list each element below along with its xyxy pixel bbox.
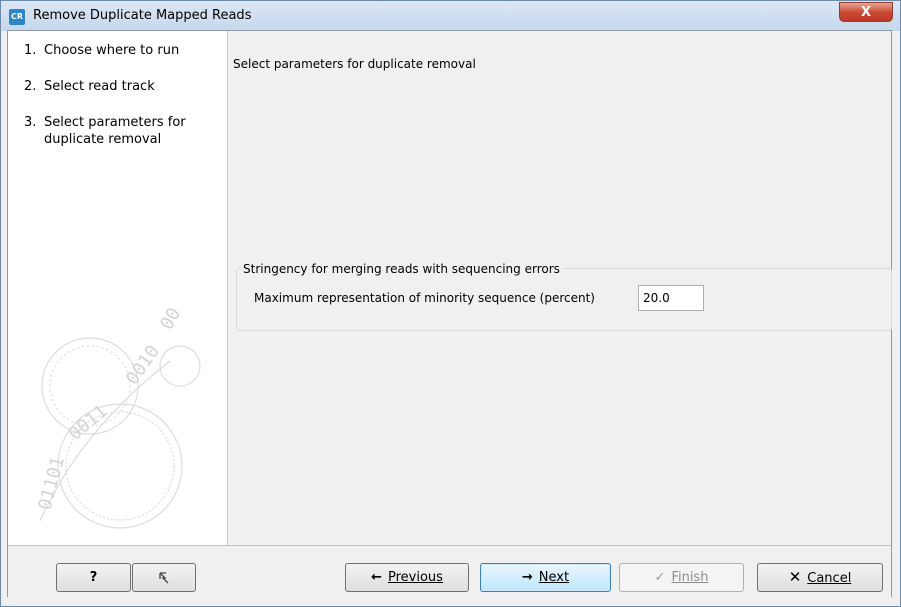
minority-representation-label: Maximum representation of minority seque…	[254, 291, 595, 305]
cancel-label: Cancel	[807, 571, 852, 586]
next-button[interactable]: → Next	[480, 563, 611, 592]
title-bar: CR Remove Duplicate Mapped Reads X	[1, 1, 900, 31]
previous-button[interactable]: ← Previous	[345, 563, 469, 592]
checkmark-icon: ✓	[654, 570, 666, 585]
decorative-binary-swirl-graphic: 0010 0011 01101 00	[35, 304, 201, 529]
finish-button[interactable]: ✓ Finish	[619, 563, 744, 592]
cancel-button[interactable]: ✕ Cancel	[757, 563, 883, 592]
previous-label: Previous	[387, 570, 443, 585]
svg-text:01101: 01101	[35, 455, 69, 513]
step-label: Select parameters for duplicate removal	[44, 115, 186, 147]
page-heading: Select parameters for duplicate removal	[233, 57, 476, 71]
finish-label: Finish	[671, 570, 709, 585]
group-title: Stringency for merging reads with sequen…	[240, 262, 563, 276]
step-number: 3.	[24, 115, 37, 130]
help-label: ?	[89, 570, 98, 585]
wizard-steps-sidebar: 1. Choose where to run 2. Select read tr…	[8, 31, 228, 545]
window-title: Remove Duplicate Mapped Reads	[33, 8, 252, 23]
app-icon: CR	[9, 9, 25, 25]
step-number: 1.	[24, 43, 37, 58]
svg-text:0010: 0010	[122, 341, 164, 389]
step-number: 2.	[24, 79, 37, 94]
close-button[interactable]: X	[839, 2, 893, 22]
minority-representation-input[interactable]	[638, 285, 704, 311]
arrow-left-icon: ←	[371, 570, 382, 585]
step-label: Choose where to run	[44, 43, 180, 58]
arrow-right-icon: →	[521, 570, 533, 585]
svg-text:00: 00	[156, 304, 185, 333]
step-label: Select read track	[44, 79, 155, 94]
next-label: Next	[538, 570, 570, 585]
reset-arrow-icon	[159, 571, 169, 583]
help-button[interactable]: ?	[56, 563, 131, 592]
close-x-icon: ✕	[788, 568, 802, 586]
reset-button[interactable]	[132, 563, 196, 592]
